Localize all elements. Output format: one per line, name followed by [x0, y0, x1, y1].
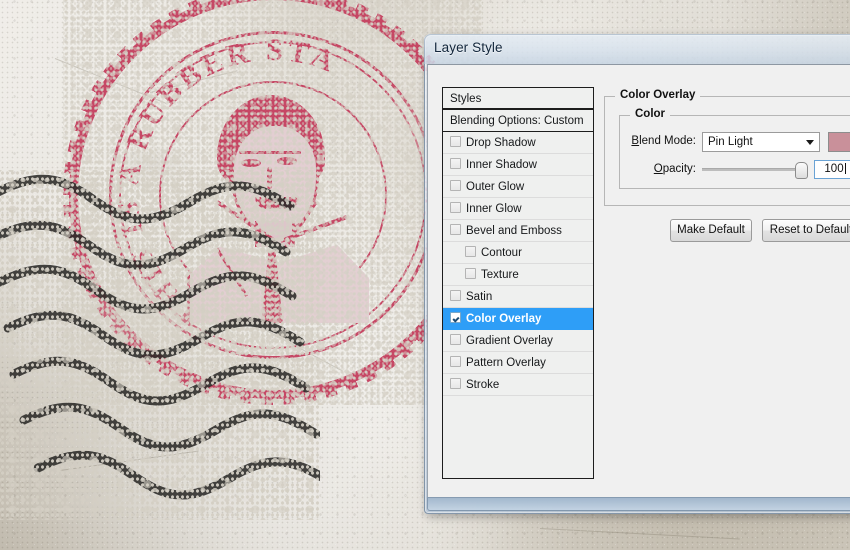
effect-row[interactable]: Bevel and Emboss	[443, 220, 593, 242]
blending-options-row[interactable]: Blending Options: Custom	[443, 110, 593, 132]
effect-label: Inner Shadow	[466, 159, 537, 171]
blend-mode-dropdown[interactable]: Pin Light	[702, 132, 820, 152]
make-default-button[interactable]: Make Default	[670, 219, 752, 242]
opacity-input[interactable]: 100	[814, 160, 850, 179]
effect-row[interactable]: Contour	[443, 242, 593, 264]
opacity-value: 100	[824, 163, 844, 175]
effects-list[interactable]: Styles Blending Options: Custom Drop Sha…	[442, 87, 594, 479]
effect-row[interactable]: Stroke	[443, 374, 593, 396]
blend-mode-label: Blend Mode:	[631, 135, 696, 147]
chevron-down-icon[interactable]	[806, 140, 814, 145]
effect-label: Satin	[466, 291, 493, 303]
effect-row[interactable]: Drop Shadow	[443, 132, 593, 154]
effect-label: Drop Shadow	[466, 137, 536, 149]
effect-checkbox[interactable]	[465, 246, 476, 257]
effect-label: Color Overlay	[466, 313, 542, 325]
opacity-label: Opacity:	[653, 163, 696, 175]
effect-row[interactable]: Gradient Overlay	[443, 330, 593, 352]
effect-row[interactable]: Inner Shadow	[443, 154, 593, 176]
color-subgroup-title: Color	[630, 108, 671, 120]
effect-label: Outer Glow	[466, 181, 525, 193]
opacity-slider-thumb[interactable]	[795, 162, 808, 179]
effects-list-header-label: Styles	[450, 93, 482, 105]
effect-label: Stroke	[466, 379, 500, 391]
effect-options-panel: Color Overlay Color Blend Mode: Pin Ligh…	[604, 87, 850, 479]
portrait-brow	[239, 151, 301, 154]
effect-row[interactable]: Inner Glow	[443, 198, 593, 220]
color-overlay-group: Color Overlay Color Blend Mode: Pin Ligh…	[604, 89, 850, 206]
effect-checkbox[interactable]	[450, 202, 461, 213]
effect-checkbox[interactable]	[450, 334, 461, 345]
effect-checkbox[interactable]	[450, 356, 461, 367]
reset-to-default-button[interactable]: Reset to Default	[762, 219, 850, 242]
layer-style-dialog[interactable]: Layer Style Styles Blending Options: Cus…	[424, 34, 850, 514]
opacity-slider-track[interactable]	[702, 168, 806, 171]
effect-row[interactable]: Pattern Overlay	[443, 352, 593, 374]
color-overlay-group-title: Color Overlay	[615, 89, 701, 101]
color-subgroup: Color Blend Mode: Pin Light Opacity: 100	[619, 108, 850, 189]
dialog-title: Layer Style	[434, 40, 503, 55]
effect-row[interactable]: Texture	[443, 264, 593, 286]
effect-label: Contour	[481, 247, 522, 259]
effect-checkbox[interactable]	[450, 378, 461, 389]
portrait-eye-left	[241, 159, 261, 167]
effect-checkbox[interactable]	[465, 268, 476, 279]
effect-checkbox[interactable]	[450, 290, 461, 301]
effect-checkbox[interactable]	[450, 312, 461, 323]
effect-label: Gradient Overlay	[466, 335, 553, 347]
portrait-eye-right	[277, 157, 297, 165]
dialog-bottom-glass-strip	[427, 497, 850, 511]
dialog-titlebar[interactable]: Layer Style	[424, 34, 850, 64]
effect-label: Bevel and Emboss	[466, 225, 562, 237]
postal-cancellation-waves	[0, 170, 320, 520]
opacity-slider[interactable]	[702, 161, 808, 179]
effects-list-header: Styles	[443, 88, 593, 110]
dialog-client-area: Styles Blending Options: Custom Drop Sha…	[427, 64, 850, 498]
effect-checkbox[interactable]	[450, 158, 461, 169]
effect-row[interactable]: Satin	[443, 286, 593, 308]
effect-label: Texture	[481, 269, 519, 281]
effect-checkbox[interactable]	[450, 136, 461, 147]
effect-checkbox[interactable]	[450, 224, 461, 235]
effect-label: Pattern Overlay	[466, 357, 546, 369]
effect-checkbox[interactable]	[450, 180, 461, 191]
overlay-color-swatch[interactable]	[828, 132, 850, 152]
blend-mode-value: Pin Light	[708, 136, 753, 148]
effect-label: Inner Glow	[466, 203, 522, 215]
blending-options-label: Blending Options: Custom	[450, 115, 584, 127]
effect-row[interactable]: Color Overlay	[443, 308, 593, 330]
effects-list-empty-space	[443, 396, 593, 478]
text-cursor	[844, 163, 846, 174]
effects-rows-container: Drop Shadow Inner Shadow Outer Glow Inner G…	[443, 132, 593, 396]
effect-row[interactable]: Outer Glow	[443, 176, 593, 198]
